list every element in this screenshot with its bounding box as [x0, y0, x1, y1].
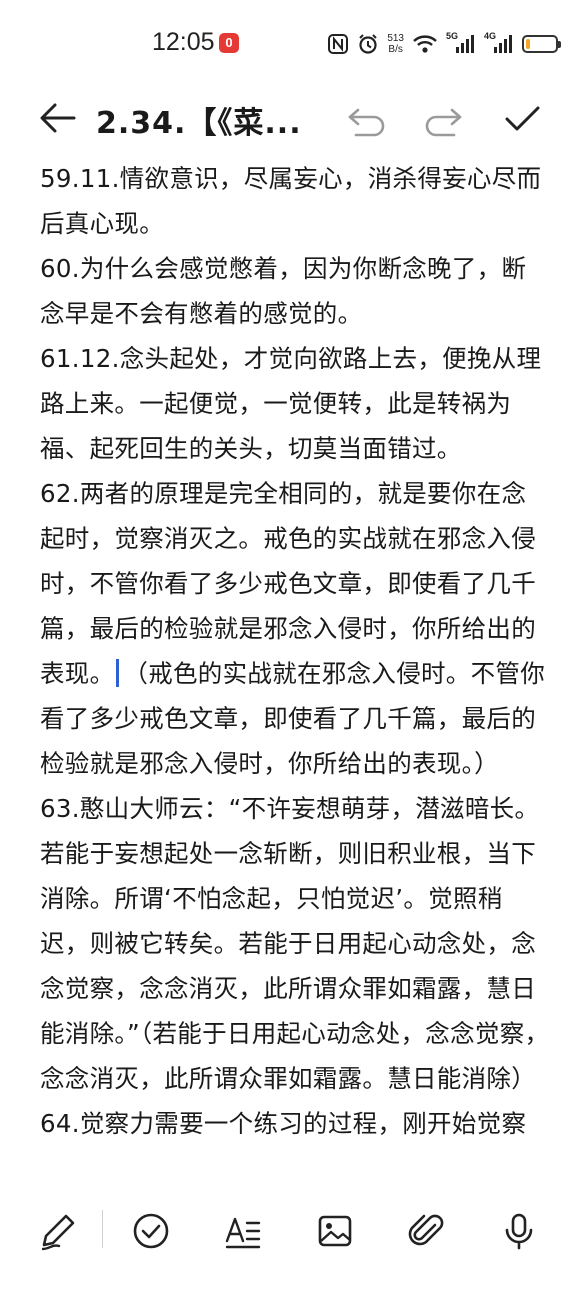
- text-cursor: [116, 659, 120, 687]
- done-button[interactable]: [498, 96, 546, 142]
- back-button[interactable]: [36, 96, 80, 140]
- redo-button[interactable]: [420, 100, 466, 140]
- redo-icon: [425, 108, 462, 137]
- pen-icon: [41, 1214, 75, 1251]
- net-speed: 513 B/s: [387, 33, 404, 55]
- paragraph-63: 63.憨山大师云：“不许妄想萌芽，潜滋暗长。若能于妄想起处一念斩断，则旧积业根，…: [40, 794, 550, 1093]
- microphone-icon: [505, 1213, 533, 1250]
- signal-5g-icon: 5G: [446, 31, 476, 55]
- attachment-button[interactable]: [404, 1208, 450, 1254]
- wifi-icon: [412, 34, 438, 54]
- paragraph-64: 64.觉察力需要一个练习的过程，刚开始觉察: [40, 1109, 527, 1138]
- text-format-button[interactable]: [220, 1208, 266, 1254]
- battery-tip: [558, 41, 561, 48]
- undo-icon: [348, 108, 385, 137]
- net-speed-unit: B/s: [388, 44, 403, 55]
- status-icons: 513 B/s 5G 4G: [327, 28, 561, 60]
- insert-image-button[interactable]: [312, 1208, 358, 1254]
- notification-badge: 0: [219, 33, 239, 53]
- toolbar-divider: [102, 1210, 103, 1248]
- paragraph-59: 59.11.情欲意识，尽属妄心，消杀得妄心尽而后真心现。: [40, 164, 542, 238]
- alarm-icon: [357, 33, 379, 55]
- editor-toolbar: 2.34.【《菜...: [0, 86, 580, 152]
- note-title[interactable]: 2.34.【《菜...: [96, 98, 302, 142]
- paragraph-60: 60.为什么会感觉憋着，因为你断念晚了，断念早是不会有憋着的感觉的。: [40, 254, 527, 328]
- bottom-toolbar: [0, 1190, 580, 1289]
- paragraph-61: 61.12.念头起处，才觉向欲路上去，便挽从理路上来。一起便觉，一觉便转，此是转…: [40, 344, 542, 463]
- text-format-icon: [225, 1217, 261, 1249]
- checklist-button[interactable]: [128, 1208, 174, 1254]
- note-body[interactable]: 59.11.情欲意识，尽属妄心，消杀得妄心尽而后真心现。 60.为什么会感觉憋着…: [40, 156, 550, 1188]
- paragraph-62: 62.两者的原理是完全相同的，就是要你在念起时，觉察消灭之。戒色的实战就在邪念入…: [40, 471, 550, 786]
- undo-button[interactable]: [344, 100, 390, 140]
- check-icon: [505, 106, 540, 131]
- battery-icon: [522, 35, 561, 53]
- signal-4g-icon: 4G: [484, 31, 514, 55]
- battery-fill: [526, 39, 531, 49]
- nfc-icon: [327, 33, 349, 55]
- voice-input-button[interactable]: [496, 1208, 542, 1254]
- image-icon: [318, 1215, 352, 1247]
- back-arrow-icon: [40, 103, 76, 133]
- net-speed-value: 513: [387, 33, 404, 44]
- paperclip-icon: [408, 1214, 444, 1246]
- status-bar: 12:05 0 513 B/s 5G 4G: [0, 0, 580, 86]
- handwriting-button[interactable]: [36, 1208, 82, 1254]
- paragraph-62-text: 62.两者的原理是完全相同的，就是要你在念起时，觉察消灭之。戒色的实战就在邪念入…: [40, 479, 536, 688]
- clock: 12:05: [152, 28, 215, 56]
- checkbox-circle-icon: [133, 1213, 169, 1249]
